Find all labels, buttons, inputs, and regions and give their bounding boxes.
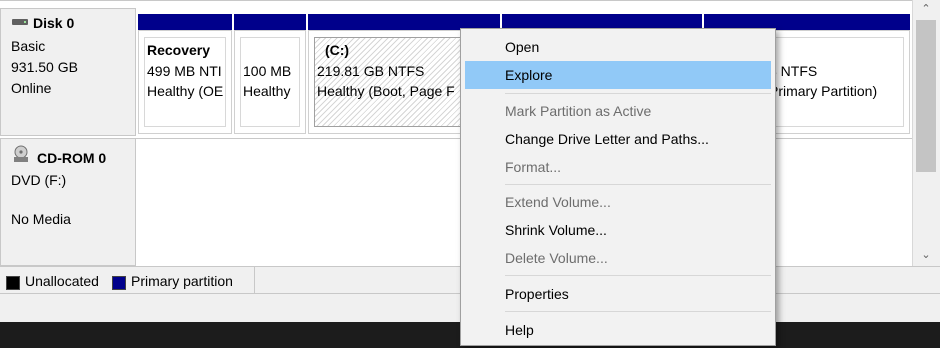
- disk-0-label-panel[interactable]: Disk 0 Basic 931.50 GB Online: [0, 8, 136, 136]
- disk-0-type: Basic: [11, 38, 46, 54]
- menu-item-explore[interactable]: Explore: [465, 61, 771, 89]
- chevron-down-icon[interactable]: ⌄: [918, 248, 934, 262]
- menu-item-mark-active[interactable]: Mark Partition as Active: [465, 97, 771, 125]
- chevron-up-icon[interactable]: ⌃: [918, 2, 934, 16]
- menu-separator: [505, 275, 771, 276]
- menu-separator: [505, 311, 771, 312]
- menu-item-format[interactable]: Format...: [465, 153, 771, 181]
- legend-unallocated: Unallocated: [25, 273, 99, 289]
- legend-primary-partition: Primary partition: [131, 273, 233, 289]
- top-border: [0, 0, 912, 1]
- scrollbar-thumb[interactable]: [916, 20, 936, 172]
- menu-item-extend-volume[interactable]: Extend Volume...: [465, 188, 771, 216]
- primary-partition-swatch: [112, 276, 126, 290]
- menu-item-shrink-volume[interactable]: Shrink Volume...: [465, 216, 771, 244]
- disk-0-title: Disk 0: [33, 15, 75, 31]
- partition-2[interactable]: 100 MB Healthy: [234, 30, 306, 134]
- disk-0-size: 931.50 GB: [11, 59, 78, 75]
- partition-c-name: (C:): [325, 42, 350, 58]
- menu-item-help[interactable]: Help: [465, 316, 771, 344]
- partition-recovery-status: Healthy (OE: [147, 83, 224, 99]
- menu-item-change-drive-letter[interactable]: Change Drive Letter and Paths...: [465, 125, 771, 153]
- partition-5-size: 3 NTFS: [769, 63, 818, 79]
- legend-divider: [254, 266, 255, 294]
- disk-0-status: Online: [11, 80, 52, 96]
- partition-recovery-header: [138, 14, 232, 30]
- partition-5-status: Primary Partition): [769, 83, 878, 99]
- cdrom-0-media: No Media: [11, 211, 71, 227]
- cdrom-0-label-panel[interactable]: CD-ROM 0 DVD (F:) No Media: [0, 138, 136, 266]
- partition-recovery-name: Recovery: [147, 42, 211, 58]
- menu-separator: [505, 93, 771, 94]
- hard-disk-icon: [12, 19, 28, 25]
- menu-item-open[interactable]: Open: [465, 33, 771, 61]
- cdrom-0-title: CD-ROM 0: [37, 150, 107, 166]
- partition-recovery[interactable]: Recovery 499 MB NTI Healthy (OE: [138, 30, 232, 134]
- partition-recovery-size: 499 MB NTI: [147, 63, 222, 79]
- cd-rom-icon: [12, 145, 30, 163]
- unallocated-swatch: [6, 276, 20, 290]
- menu-item-delete-volume[interactable]: Delete Volume...: [465, 244, 771, 272]
- menu-item-properties[interactable]: Properties: [465, 280, 771, 308]
- partition-2-header: [234, 14, 306, 30]
- partition-2-size: 100 MB: [243, 63, 292, 79]
- menu-separator: [505, 184, 771, 185]
- partition-2-status: Healthy: [243, 83, 291, 99]
- context-menu: Open Explore Mark Partition as Active Ch…: [460, 28, 776, 346]
- cdrom-0-drive: DVD (F:): [11, 172, 67, 188]
